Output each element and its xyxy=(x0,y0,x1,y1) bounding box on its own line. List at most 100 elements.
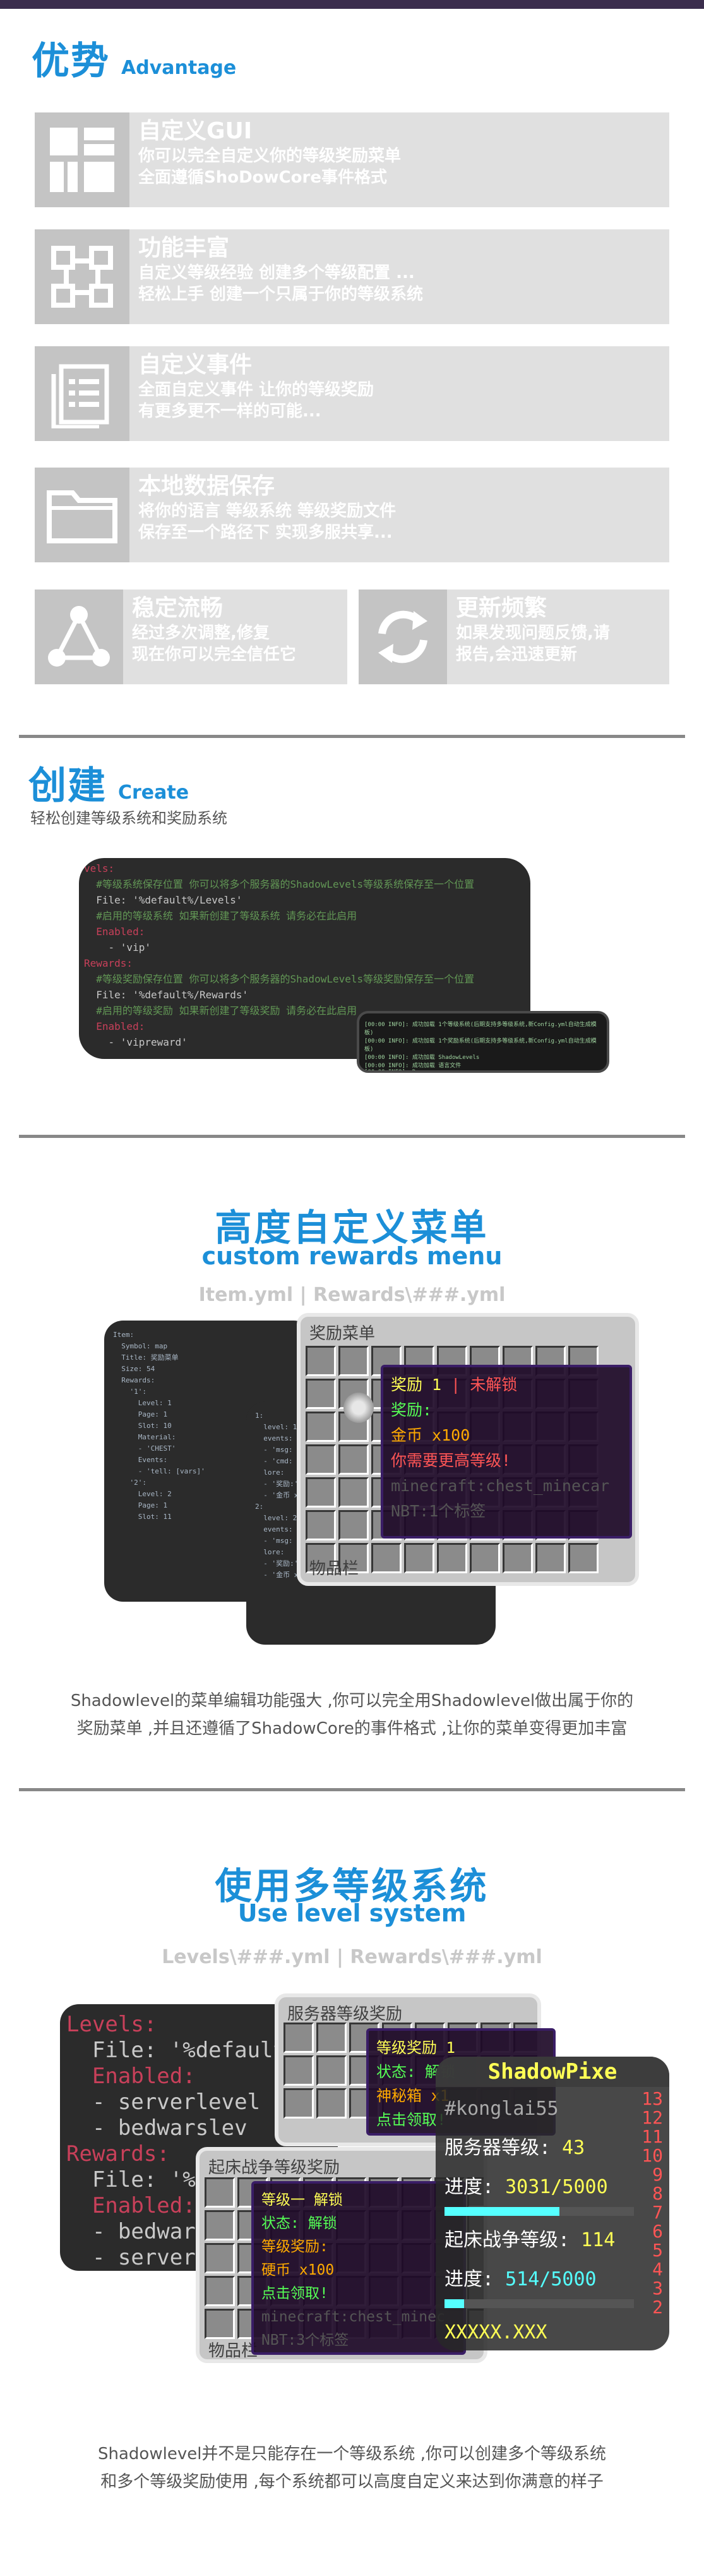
score-number: 2 xyxy=(652,2297,663,2318)
code-line: - 'vip' xyxy=(84,941,151,953)
server-level-label: 服务器等级: xyxy=(444,2137,563,2159)
bedwars-progress-fill xyxy=(444,2299,464,2308)
advantage-title-zh: 优势 xyxy=(32,39,110,83)
inventory-slot[interactable] xyxy=(205,2210,235,2240)
triangle-share-icon xyxy=(35,590,123,684)
score-number: 13 xyxy=(641,2088,663,2109)
card-desc-line: 现在你可以完全信任它 xyxy=(132,645,297,664)
nodes-icon xyxy=(35,229,129,324)
feature-card-frequent-updates: 更新频繁 如果发现问题反馈,请 报告,会迅速更新 xyxy=(359,590,669,684)
card-desc-line: 报告,会迅速更新 xyxy=(456,645,577,664)
tooltip-line: 奖励: xyxy=(391,1401,433,1419)
tooltip-line: 点击领取! xyxy=(261,2285,328,2302)
inventory-slot[interactable] xyxy=(306,1444,336,1475)
inventory-slot[interactable] xyxy=(283,2023,314,2053)
list-document-icon xyxy=(35,346,129,441)
bedwars-progress-bar xyxy=(444,2299,634,2313)
folder-icon xyxy=(35,468,129,562)
code-line: #等级系统保存位置 你可以将多个服务器的ShadowLevels等级系统保存至一… xyxy=(84,878,475,890)
inventory-slot[interactable] xyxy=(306,1477,336,1508)
inventory-slot[interactable] xyxy=(316,2055,347,2086)
feature-card-custom-events: 自定义事件 全面自定义事件 让你的等级奖励 有更多更不一样的可能... xyxy=(35,346,669,441)
tooltip-line: 你需要更高等级! xyxy=(391,1451,511,1470)
create-title-en: Create xyxy=(118,782,189,804)
code-line: [00:00 INFO]: 成功加载 ShadowLevels xyxy=(364,1055,480,1061)
advantage-title-en: Advantage xyxy=(121,57,237,79)
grid-layout-icon xyxy=(35,112,129,207)
card-title: 自定义GUI xyxy=(138,118,253,144)
server-progress-fill xyxy=(444,2207,559,2216)
rewards-menu-title: 奖励菜单 xyxy=(309,1324,376,1343)
inventory-slot[interactable] xyxy=(437,1543,467,1573)
inventory-slot[interactable] xyxy=(316,2088,347,2119)
code-line: Rewards: xyxy=(84,957,133,969)
server-progress-value: 3031/5000 xyxy=(505,2176,608,2198)
chest-item-icon[interactable] xyxy=(343,1393,374,1423)
tooltip-reward-name: 奖励 1 xyxy=(391,1376,442,1394)
bedwars-progress-label: 进度: xyxy=(444,2268,506,2290)
inventory-slot[interactable] xyxy=(306,1510,336,1540)
scoreboard-player: #konglai55 xyxy=(444,2098,559,2120)
tooltip-lock-status: | 未解锁 xyxy=(441,1376,518,1394)
tooltip-line: minecraft:chest_minecar xyxy=(391,1477,610,1495)
inventory-slot[interactable] xyxy=(404,1543,434,1573)
inventory-slot[interactable] xyxy=(205,2243,235,2273)
inventory-label: 物品栏 xyxy=(309,1559,359,1578)
code-line: #等级奖励保存位置 你可以将多个服务器的ShadowLevels等级奖励保存至一… xyxy=(84,973,475,985)
levels-title-en: Use level system xyxy=(237,1899,467,1927)
tooltip-line: 硬币 x100 xyxy=(261,2262,335,2278)
inventory-slot[interactable] xyxy=(306,1412,336,1442)
feature-card-local-storage: 本地数据保存 将你的语言 等级系统 等级奖励文件 保存至一个路径下 实现多服共享… xyxy=(35,468,669,562)
inventory-slot[interactable] xyxy=(535,1543,566,1573)
inventory-slot[interactable] xyxy=(338,1510,369,1540)
inventory-slot[interactable] xyxy=(306,1346,336,1376)
inventory-slot[interactable] xyxy=(306,1379,336,1409)
score-number: 7 xyxy=(652,2202,663,2223)
score-number: 12 xyxy=(641,2107,663,2128)
inventory-slot[interactable] xyxy=(470,1543,500,1573)
code-line: Item: xyxy=(113,1331,134,1339)
scoreboard-numbers: 13 12 11 10 9 8 7 6 5 4 3 2 xyxy=(641,2089,663,2317)
levels-file-ref: Levels\###.yml | Rewards\###.yml xyxy=(162,1946,542,1968)
inventory-slot[interactable] xyxy=(568,1543,599,1573)
inventory-slot[interactable] xyxy=(205,2276,235,2306)
code-line: File: '%default%/Rewards' xyxy=(84,989,249,1001)
create-subtitle: 轻松创建等级系统和奖励系统 xyxy=(30,809,227,827)
bedwars-level-label: 起床战争等级: xyxy=(444,2229,582,2251)
code-line: vels: xyxy=(84,862,115,874)
card-desc-line: 轻松上手 创建一个只属于你的等级系统 xyxy=(138,285,424,304)
inventory-slot[interactable] xyxy=(338,1444,369,1475)
card-desc-line: 有更多更不一样的可能... xyxy=(138,402,321,421)
code-line: [00:00 INFO]: 成功加载 1个奖励系统(后期支持多等级系统,新Con… xyxy=(364,1038,597,1053)
inventory-slot[interactable] xyxy=(283,2055,314,2086)
inventory-slot[interactable] xyxy=(338,1477,369,1508)
inventory-slot[interactable] xyxy=(205,2177,235,2208)
section-divider xyxy=(19,1788,685,1791)
inventory-slot[interactable] xyxy=(283,2088,314,2119)
tooltip-line: 状态: 解锁 xyxy=(261,2215,337,2232)
tooltip-line: NBT:1个标签 xyxy=(391,1502,486,1520)
code-line: Rewards: xyxy=(113,1376,155,1384)
tooltip-line: 等级一 解锁 xyxy=(261,2192,343,2208)
card-title: 稳定流畅 xyxy=(132,595,224,621)
inventory-slot[interactable] xyxy=(503,1543,533,1573)
inventory-slot[interactable] xyxy=(316,2023,347,2053)
scoreboard-body: #konglai55 服务器等级: 43 进度: 3031/5000 起床战争等… xyxy=(444,2089,634,2350)
section-divider xyxy=(19,735,685,738)
levels-desc-line: Shadowlevel并不是只能存在一个等级系统 ,你可以创建多个等级系统 xyxy=(98,2445,606,2464)
inventory-slot[interactable] xyxy=(338,1346,369,1376)
scoreboard-title: ShadowPixe xyxy=(436,2057,669,2087)
menu-description: Shadowlevel的菜单编辑功能强大 ,你可以完全用Shadowlevel做… xyxy=(0,1687,704,1743)
inventory-slot[interactable] xyxy=(371,1543,402,1573)
refresh-icon xyxy=(359,590,447,684)
menu-desc-line: 奖励菜单 ,并且还遵循了ShadowCore的事件格式 ,让你的菜单变得更加丰富 xyxy=(76,1719,628,1738)
section-divider xyxy=(19,1135,685,1138)
advantage-heading: 优势 Advantage xyxy=(32,30,236,85)
score-number: 6 xyxy=(652,2221,663,2242)
create-title-zh: 创建 xyxy=(28,764,107,808)
server-progress-bar xyxy=(444,2207,634,2221)
server-console: [00:00 INFO]: 成功加载 1个等级系统(后期支持多等级系统,新Con… xyxy=(357,1011,609,1073)
levels-description: Shadowlevel并不是只能存在一个等级系统 ,你可以创建多个等级系统 和多… xyxy=(0,2440,704,2496)
card-desc-line: 自定义等级经验 创建多个等级配置 ... xyxy=(138,263,415,282)
card-title: 本地数据保存 xyxy=(138,473,275,499)
